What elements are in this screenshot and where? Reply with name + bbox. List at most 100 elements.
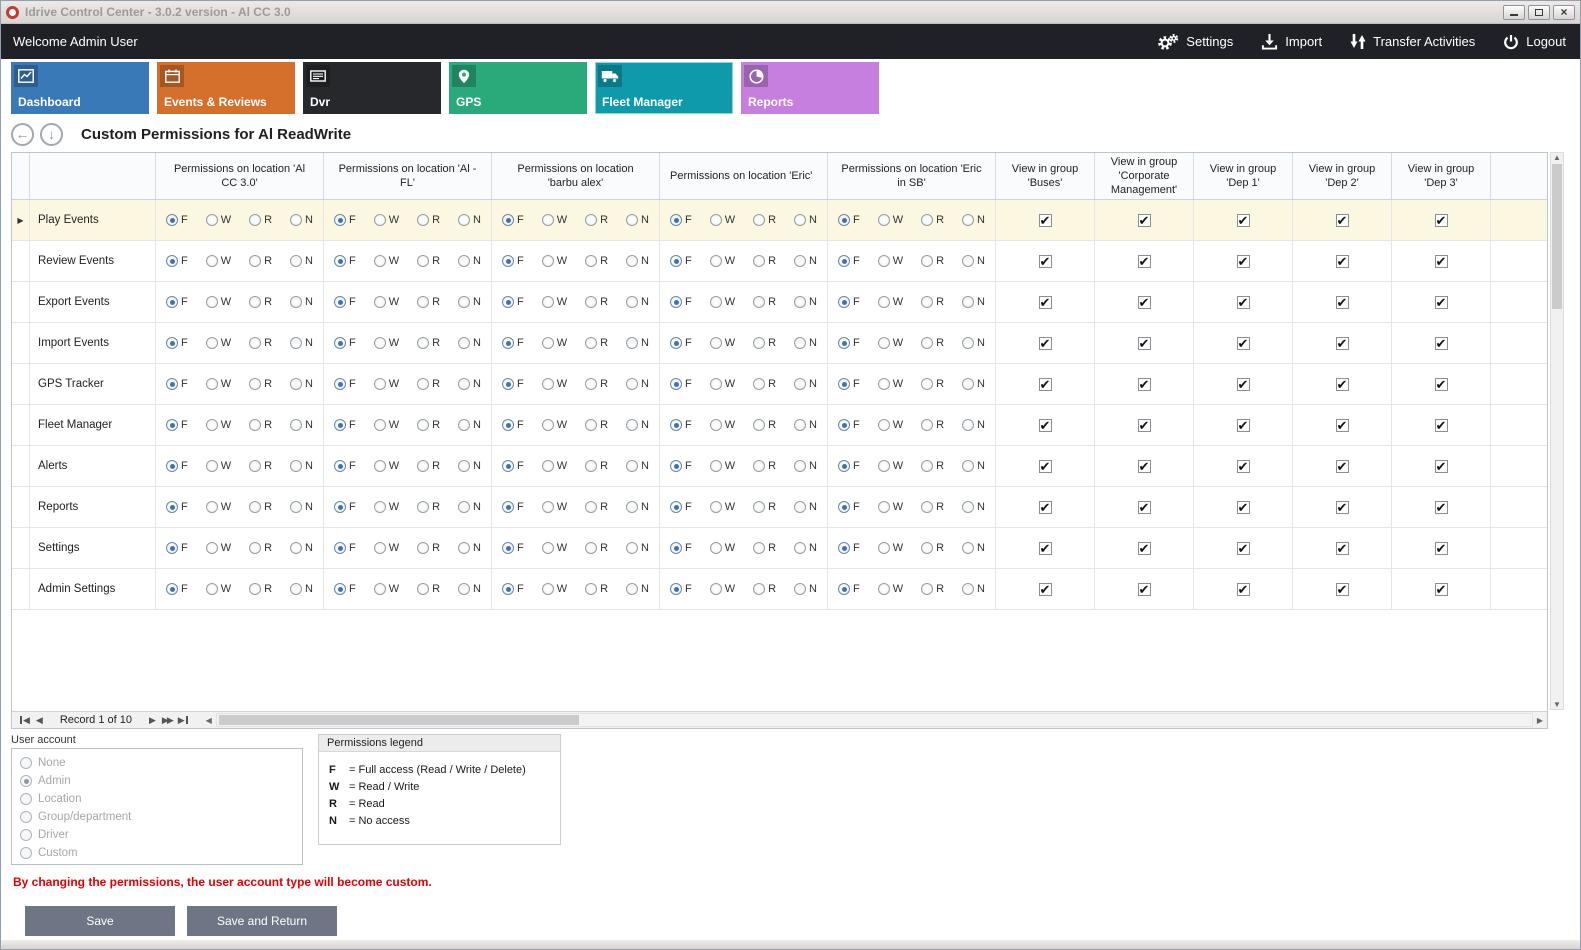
permission-radio-n[interactable]: N (794, 583, 817, 595)
permission-radio-r[interactable]: R (417, 460, 440, 472)
permission-radio-r[interactable]: R (921, 419, 944, 431)
permission-radio-n[interactable]: N (962, 296, 985, 308)
permission-radio-r[interactable]: R (585, 583, 608, 595)
permission-radio-n[interactable]: N (458, 255, 481, 267)
transfer-activities-button[interactable]: Transfer Activities (1350, 33, 1475, 50)
permission-radio-f[interactable]: F (502, 378, 524, 390)
permission-radio-w[interactable]: W (878, 542, 903, 554)
permission-radio-r[interactable]: R (585, 419, 608, 431)
permission-radio-n[interactable]: N (626, 337, 649, 349)
permission-radio-r[interactable]: R (753, 378, 776, 390)
permission-radio-r[interactable]: R (585, 337, 608, 349)
scroll-up-icon[interactable]: ▲ (1550, 153, 1564, 162)
permission-radio-w[interactable]: W (710, 378, 735, 390)
permission-radio-n[interactable]: N (290, 419, 313, 431)
group-view-checkbox[interactable]: ✔ (1435, 378, 1448, 391)
group-view-checkbox[interactable]: ✔ (1237, 378, 1250, 391)
permission-radio-r[interactable]: R (753, 255, 776, 267)
group-view-checkbox[interactable]: ✔ (1336, 419, 1349, 432)
settings-button[interactable]: Settings (1157, 33, 1233, 51)
group-view-checkbox[interactable]: ✔ (1039, 378, 1052, 391)
permission-radio-n[interactable]: N (290, 542, 313, 554)
permission-radio-f[interactable]: F (334, 378, 356, 390)
permission-radio-w[interactable]: W (206, 583, 231, 595)
permission-radio-w[interactable]: W (374, 378, 399, 390)
permission-radio-w[interactable]: W (374, 501, 399, 513)
table-row[interactable]: Review EventsFWRNFWRNFWRNFWRNFWRN✔✔✔✔✔ (12, 241, 1547, 282)
permission-radio-f[interactable]: F (334, 583, 356, 595)
maximize-button[interactable] (1528, 5, 1550, 20)
permission-radio-n[interactable]: N (962, 501, 985, 513)
permission-radio-w[interactable]: W (374, 419, 399, 431)
horizontal-scrollbar[interactable]: ◀ ▶ (202, 713, 1547, 728)
permission-radio-r[interactable]: R (417, 501, 440, 513)
permission-radio-n[interactable]: N (626, 501, 649, 513)
permission-radio-n[interactable]: N (458, 378, 481, 390)
permission-radio-r[interactable]: R (753, 542, 776, 554)
permission-radio-n[interactable]: N (626, 214, 649, 226)
permission-radio-r[interactable]: R (417, 378, 440, 390)
permission-radio-f[interactable]: F (502, 419, 524, 431)
permission-radio-f[interactable]: F (334, 419, 356, 431)
permission-radio-r[interactable]: R (417, 542, 440, 554)
group-view-checkbox[interactable]: ✔ (1237, 501, 1250, 514)
group-view-checkbox[interactable]: ✔ (1336, 296, 1349, 309)
permission-radio-w[interactable]: W (878, 583, 903, 595)
permission-radio-r[interactable]: R (417, 419, 440, 431)
group-view-checkbox[interactable]: ✔ (1138, 460, 1151, 473)
permission-radio-r[interactable]: R (921, 501, 944, 513)
permission-radio-f[interactable]: F (334, 501, 356, 513)
permission-radio-f[interactable]: F (166, 583, 188, 595)
group-view-checkbox[interactable]: ✔ (1039, 501, 1052, 514)
permission-radio-n[interactable]: N (962, 583, 985, 595)
permission-radio-w[interactable]: W (710, 542, 735, 554)
group-view-checkbox[interactable]: ✔ (1039, 419, 1052, 432)
permission-radio-w[interactable]: W (542, 501, 567, 513)
group-view-checkbox[interactable]: ✔ (1039, 583, 1052, 596)
hscroll-thumb[interactable] (219, 715, 579, 725)
group-view-checkbox[interactable]: ✔ (1237, 255, 1250, 268)
permission-radio-r[interactable]: R (753, 296, 776, 308)
permission-radio-f[interactable]: F (670, 378, 692, 390)
table-row[interactable]: AlertsFWRNFWRNFWRNFWRNFWRN✔✔✔✔✔ (12, 446, 1547, 487)
minimize-button[interactable] (1503, 5, 1525, 20)
permission-radio-f[interactable]: F (670, 542, 692, 554)
permission-radio-f[interactable]: F (838, 337, 860, 349)
table-row[interactable]: SettingsFWRNFWRNFWRNFWRNFWRN✔✔✔✔✔ (12, 528, 1547, 569)
record-prev-button[interactable]: ◀ (36, 716, 43, 725)
permission-radio-f[interactable]: F (670, 337, 692, 349)
group-view-checkbox[interactable]: ✔ (1435, 255, 1448, 268)
group-view-checkbox[interactable]: ✔ (1435, 542, 1448, 555)
import-button[interactable]: Import (1261, 33, 1322, 50)
permission-radio-w[interactable]: W (878, 214, 903, 226)
scroll-left-icon[interactable]: ◀ (202, 716, 216, 725)
vertical-scrollbar[interactable]: ▲ ▼ (1550, 152, 1564, 710)
permission-radio-w[interactable]: W (542, 460, 567, 472)
permission-radio-f[interactable]: F (838, 378, 860, 390)
permission-radio-f[interactable]: F (334, 542, 356, 554)
permission-radio-f[interactable]: F (166, 501, 188, 513)
permission-radio-n[interactable]: N (458, 337, 481, 349)
group-view-checkbox[interactable]: ✔ (1138, 378, 1151, 391)
permission-radio-w[interactable]: W (206, 378, 231, 390)
permission-radio-r[interactable]: R (249, 583, 272, 595)
permission-radio-n[interactable]: N (626, 255, 649, 267)
permission-radio-r[interactable]: R (417, 214, 440, 226)
permission-radio-r[interactable]: R (249, 255, 272, 267)
permission-radio-f[interactable]: F (334, 214, 356, 226)
permission-radio-n[interactable]: N (458, 419, 481, 431)
permission-radio-f[interactable]: F (838, 542, 860, 554)
user-account-option-none[interactable]: None (20, 754, 294, 772)
permission-radio-w[interactable]: W (710, 296, 735, 308)
group-view-checkbox[interactable]: ✔ (1435, 419, 1448, 432)
permission-radio-n[interactable]: N (962, 542, 985, 554)
hscroll-track[interactable] (216, 713, 1533, 727)
permission-radio-r[interactable]: R (249, 337, 272, 349)
permission-radio-n[interactable]: N (458, 583, 481, 595)
permission-radio-w[interactable]: W (710, 214, 735, 226)
permission-radio-n[interactable]: N (290, 337, 313, 349)
group-view-checkbox[interactable]: ✔ (1435, 460, 1448, 473)
group-view-checkbox[interactable]: ✔ (1237, 542, 1250, 555)
permission-radio-r[interactable]: R (249, 296, 272, 308)
group-view-checkbox[interactable]: ✔ (1039, 460, 1052, 473)
